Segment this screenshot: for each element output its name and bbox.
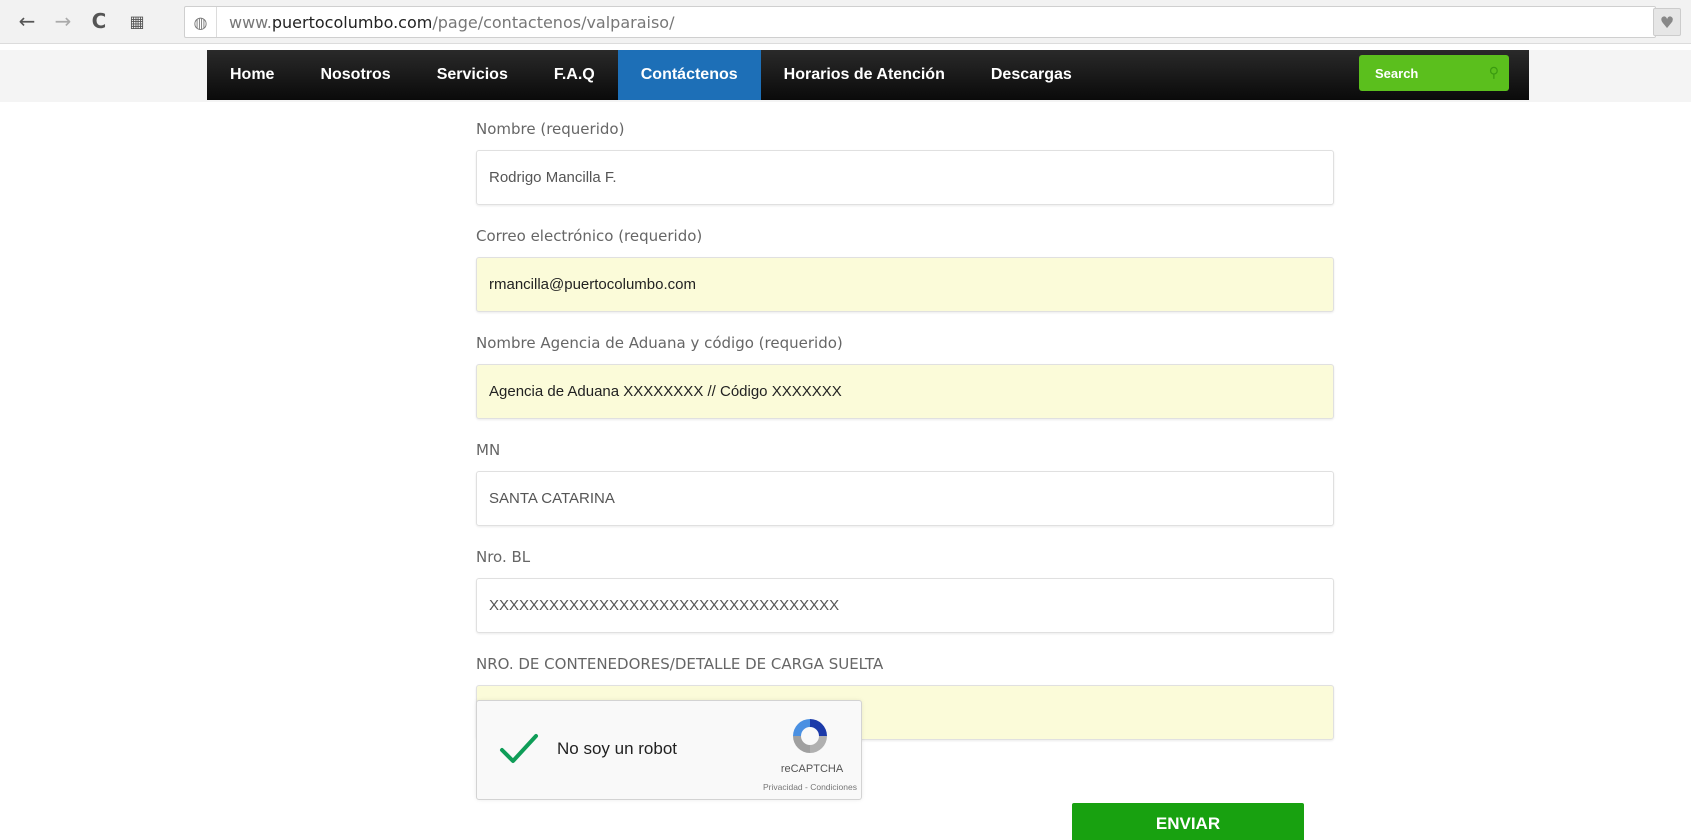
reload-icon[interactable]: C — [86, 8, 112, 34]
menu-item-contactenos[interactable]: Contáctenos — [617, 50, 761, 100]
bl-input[interactable]: XXXXXXXXXXXXXXXXXXXXXXXXXXXXXXXXXXX — [476, 578, 1334, 633]
main-menu: Home Nosotros Servicios F.A.Q Contácteno… — [207, 50, 1529, 100]
enviar-button[interactable]: ENVIAR — [1072, 803, 1304, 840]
address-bar[interactable]: ◍ www.puertocolumbo.com/page/contactenos… — [184, 6, 1656, 38]
recaptcha-widget: No soy un robot reCAPTCHA Privacidad - C… — [476, 700, 862, 800]
forward-icon[interactable]: → — [50, 8, 76, 34]
back-icon[interactable]: ← — [14, 8, 40, 34]
field-label-correo: Correo electrónico (requerido) — [476, 227, 703, 245]
contact-form: Nombre (requerido) Rodrigo Mancilla F. C… — [476, 120, 1336, 762]
menu-item-horarios[interactable]: Horarios de Atención — [761, 50, 968, 100]
url-text: www.puertocolumbo.com/page/contactenos/v… — [229, 12, 675, 32]
field-label-contenedores: NRO. DE CONTENEDORES/DETALLE DE CARGA SU… — [476, 655, 884, 673]
menu-item-faq[interactable]: F.A.Q — [531, 50, 618, 100]
recaptcha-label: No soy un robot — [557, 739, 678, 758]
nombre-input[interactable]: Rodrigo Mancilla F. — [476, 150, 1334, 205]
field-label-nombre: Nombre (requerido) — [476, 120, 625, 138]
globe-icon: ◍ — [185, 7, 217, 37]
favorite-heart-icon[interactable]: ♥ — [1653, 8, 1681, 36]
menu-item-nosotros[interactable]: Nosotros — [297, 50, 413, 100]
recaptcha-logo-icon — [793, 719, 827, 753]
search-icon[interactable]: ⚲ — [1489, 65, 1499, 81]
field-label-agencia: Nombre Agencia de Aduana y código (reque… — [476, 334, 843, 352]
field-label-bl: Nro. BL — [476, 548, 531, 566]
field-label-mn: MN — [476, 441, 501, 459]
recaptcha-brand: reCAPTCHA — [780, 763, 844, 775]
browser-toolbar: ← → C ▦ ◍ www.puertocolumbo.com/page/con… — [0, 0, 1691, 44]
recaptcha-links[interactable]: Privacidad - Condiciones — [729, 782, 857, 792]
menu-item-home[interactable]: Home — [207, 50, 297, 100]
email-input[interactable]: rmancilla@puertocolumbo.com — [476, 257, 1334, 312]
menu-item-servicios[interactable]: Servicios — [414, 50, 531, 100]
agencia-input[interactable]: Agencia de Aduana XXXXXXXX // Código XXX… — [476, 364, 1334, 419]
mn-input[interactable]: SANTA CATARINA — [476, 471, 1334, 526]
search-box[interactable]: Search ⚲ — [1359, 55, 1509, 91]
checkmark-icon[interactable] — [499, 731, 539, 767]
menu-item-descargas[interactable]: Descargas — [968, 50, 1095, 100]
search-input[interactable]: Search — [1375, 66, 1418, 81]
apps-grid-icon[interactable]: ▦ — [124, 8, 150, 34]
